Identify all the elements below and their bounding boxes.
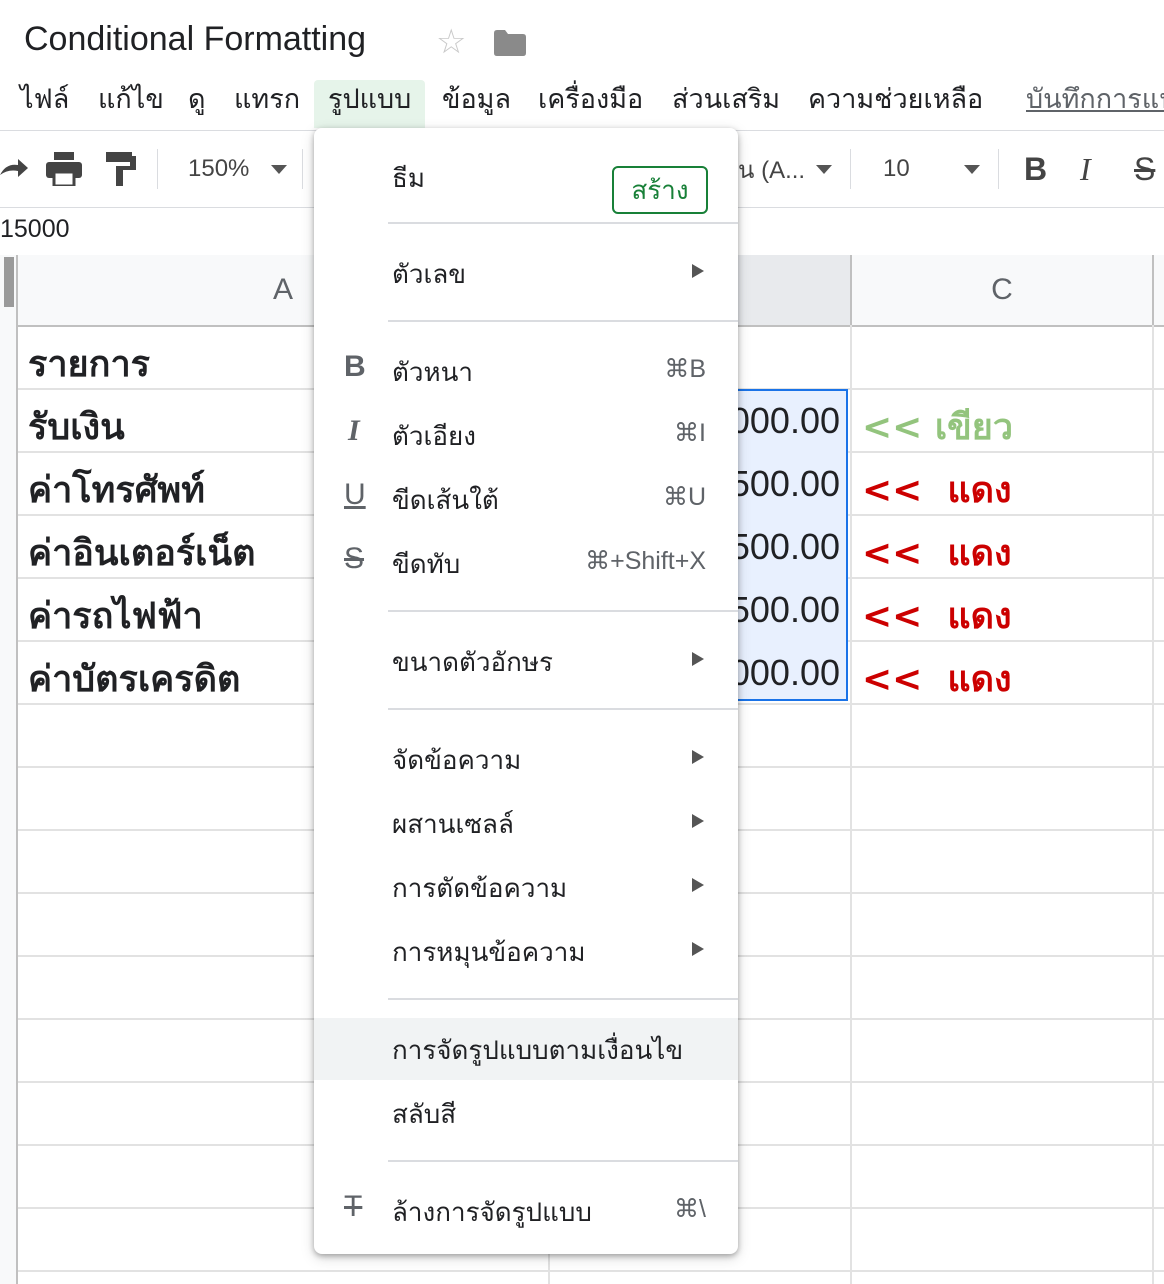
chevron-down-icon[interactable]	[816, 131, 832, 207]
menu-item-alternating-colors[interactable]: สลับสี	[314, 1082, 738, 1142]
row-header-corner[interactable]	[0, 255, 18, 327]
bold-button[interactable]: B	[1024, 131, 1047, 207]
menu-item-label: การตัดข้อความ	[392, 874, 568, 904]
font-select[interactable]: น (A...	[738, 131, 805, 207]
menu-help[interactable]: ความช่วยเหลือ	[808, 80, 983, 128]
menu-item-label: ตัวเอียง	[392, 422, 476, 452]
cell-a3[interactable]: ค่าโทรศัพท์	[28, 461, 205, 518]
chevron-down-icon[interactable]	[271, 131, 287, 207]
menu-item-rotate[interactable]: การหมุนข้อความ	[314, 920, 738, 980]
cell-a2[interactable]: รับเงิน	[28, 398, 125, 455]
menu-item-strikethrough[interactable]: S ขีดทับ ⌘+Shift+X	[314, 532, 738, 592]
menu-item-label: ล้างการจัดรูปแบบ	[392, 1198, 592, 1228]
menu-file[interactable]: ไฟล์	[20, 80, 69, 128]
menu-tools[interactable]: เครื่องมือ	[538, 80, 643, 128]
menu-item-label: ธีม	[392, 164, 426, 194]
italic-icon: I	[348, 414, 360, 447]
redo-icon[interactable]	[0, 131, 28, 207]
menu-item-label: สลับสี	[392, 1100, 457, 1130]
document-title[interactable]: Conditional Formatting	[24, 20, 366, 59]
column-header-c[interactable]: C	[852, 255, 1154, 327]
shortcut-label: ⌘\	[674, 1195, 706, 1223]
paint-format-icon[interactable]	[106, 131, 136, 207]
menu-item-clear-formatting[interactable]: T ล้างการจัดรูปแบบ ⌘\	[314, 1180, 738, 1240]
submenu-arrow-icon	[692, 814, 704, 828]
shortcut-label: ⌘I	[674, 419, 706, 447]
cell-a5[interactable]: ค่ารถไฟฟ้า	[28, 587, 203, 644]
strikethrough-button[interactable]: S	[1134, 131, 1155, 207]
font-size-select[interactable]: 10	[883, 131, 910, 207]
cell-b4[interactable]: 500.00	[730, 526, 840, 568]
menu-addons[interactable]: ส่วนเสริม	[672, 80, 780, 128]
menu-item-theme[interactable]: ธีม สร้าง	[314, 144, 738, 214]
cell-a4[interactable]: ค่าอินเตอร์เน็ต	[28, 524, 255, 581]
star-icon[interactable]: ☆	[436, 22, 466, 62]
menu-item-label: จัดข้อความ	[392, 746, 522, 776]
cell-a1[interactable]: รายการ	[28, 335, 150, 392]
italic-button[interactable]: I	[1080, 131, 1091, 207]
underline-icon: U	[344, 478, 366, 511]
menu-item-font-size[interactable]: ขนาดตัวอักษร	[314, 630, 738, 690]
zoom-select[interactable]: 150%	[188, 131, 249, 207]
menu-view[interactable]: ดู	[188, 80, 206, 128]
cell-c6[interactable]: << แดง	[862, 650, 1012, 707]
menu-item-number[interactable]: ตัวเลข	[314, 242, 738, 302]
format-menu: ธีม สร้าง ตัวเลข B ตัวหนา ⌘B I ตัวเอียง …	[314, 128, 738, 1254]
menu-edit[interactable]: แก้ไข	[98, 80, 164, 128]
shortcut-label: ⌘U	[662, 483, 706, 511]
menu-item-underline[interactable]: U ขีดเส้นใต้ ⌘U	[314, 468, 738, 528]
menu-item-label: ตัวเลข	[392, 260, 467, 290]
cell-a6[interactable]: ค่าบัตรเครดิต	[28, 650, 240, 707]
menu-item-merge[interactable]: ผสานเซลล์	[314, 792, 738, 852]
menu-item-label: ผสานเซลล์	[392, 810, 514, 840]
cell-c5[interactable]: << แดง	[862, 587, 1012, 644]
cell-b5[interactable]: 500.00	[730, 589, 840, 631]
menu-item-italic[interactable]: I ตัวเอียง ⌘I	[314, 404, 738, 464]
shortcut-label: ⌘B	[664, 355, 706, 383]
folder-icon[interactable]	[494, 30, 526, 56]
last-edit-link[interactable]: บันทึกการแป	[1026, 80, 1164, 128]
cell-c2[interactable]: << เขียว	[862, 398, 1013, 455]
submenu-arrow-icon	[692, 750, 704, 764]
cell-b2[interactable]: 000.00	[730, 400, 840, 442]
menu-item-label: ตัวหนา	[392, 358, 473, 388]
create-theme-button[interactable]: สร้าง	[612, 166, 708, 214]
menu-item-label: ขีดเส้นใต้	[392, 486, 499, 516]
cell-b6[interactable]: 000.00	[730, 652, 840, 694]
menu-insert[interactable]: แทรก	[234, 80, 300, 128]
cell-c3[interactable]: << แดง	[862, 461, 1012, 518]
menu-item-label: การจัดรูปแบบตามเงื่อนไข	[392, 1036, 684, 1066]
submenu-arrow-icon	[692, 878, 704, 892]
menu-item-label: การหมุนข้อความ	[392, 938, 586, 968]
cell-c4[interactable]: << แดง	[862, 524, 1012, 581]
chevron-down-icon[interactable]	[964, 131, 980, 207]
strikethrough-icon: S	[344, 542, 365, 575]
shortcut-label: ⌘+Shift+X	[585, 547, 706, 575]
menu-item-wrap[interactable]: การตัดข้อความ	[314, 856, 738, 916]
submenu-arrow-icon	[692, 942, 704, 956]
menu-item-conditional-formatting[interactable]: การจัดรูปแบบตามเงื่อนไข	[314, 1018, 738, 1080]
menu-item-align[interactable]: จัดข้อความ	[314, 728, 738, 788]
menu-data[interactable]: ข้อมูล	[442, 80, 511, 128]
bold-icon: B	[344, 350, 366, 383]
cell-b3[interactable]: 500.00	[730, 463, 840, 505]
menu-format[interactable]: รูปแบบ	[314, 80, 426, 128]
menu-item-label: ขีดทับ	[392, 550, 461, 580]
print-icon[interactable]	[46, 131, 82, 207]
clear-format-icon: T	[344, 1190, 363, 1223]
submenu-arrow-icon	[692, 264, 704, 278]
submenu-arrow-icon	[692, 652, 704, 666]
menu-item-label: ขนาดตัวอักษร	[392, 648, 553, 678]
formula-value[interactable]: 15000	[0, 215, 70, 244]
menu-item-bold[interactable]: B ตัวหนา ⌘B	[314, 340, 738, 400]
